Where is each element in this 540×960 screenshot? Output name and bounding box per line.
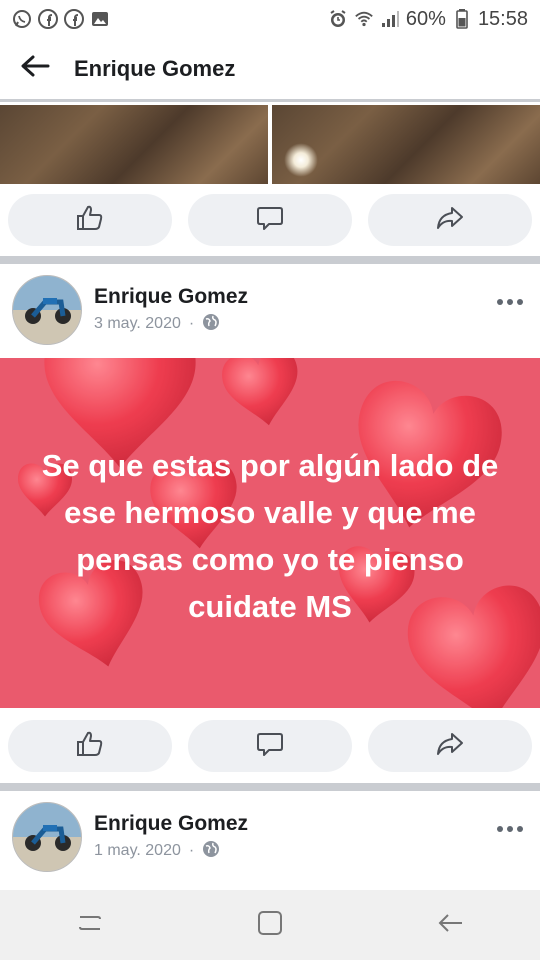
avatar[interactable] (12, 275, 82, 345)
facebook-icon (38, 9, 58, 29)
share-button[interactable] (368, 720, 532, 772)
like-button[interactable] (8, 194, 172, 246)
post-author[interactable]: Enrique Gomez (94, 812, 248, 836)
comment-icon (256, 730, 284, 763)
more-options-button[interactable] (494, 819, 526, 839)
facebook-icon (64, 9, 84, 29)
home-square-icon (257, 910, 283, 941)
share-icon (435, 204, 465, 237)
battery-percent: 60% (405, 7, 446, 30)
comment-button[interactable] (188, 720, 352, 772)
status-notification-icons (12, 9, 110, 29)
post-photo[interactable] (0, 105, 268, 184)
back-arrow-icon (436, 911, 464, 940)
share-button[interactable] (368, 194, 532, 246)
recent-apps-icon (76, 911, 104, 940)
motorcycle-image (25, 298, 71, 324)
post-author[interactable]: Enrique Gomez (94, 285, 248, 309)
more-dots-icon (496, 820, 524, 838)
feed-divider (0, 783, 540, 791)
share-icon (435, 730, 465, 763)
status-bar: 60% 15:58 (0, 0, 540, 38)
post-subtitle: 3 may. 2020 · (94, 313, 248, 336)
clock: 15:58 (477, 7, 528, 30)
status-system-icons: 60% 15:58 (328, 8, 528, 31)
more-dots-icon (496, 293, 524, 311)
back-nav-button[interactable] (420, 895, 480, 955)
feed-divider (0, 256, 540, 264)
post-text: Se que estas por algún lado de ese hermo… (41, 448, 499, 624)
arrow-left-icon (20, 54, 50, 83)
light-glare (284, 143, 318, 177)
more-options-button[interactable] (494, 292, 526, 312)
whatsapp-icon (12, 9, 32, 29)
app-header: Enrique Gomez (0, 38, 540, 102)
post-meta: Enrique Gomez 1 may. 2020 · (94, 812, 248, 863)
motorcycle-image (25, 825, 71, 851)
thumbs-up-icon (75, 730, 105, 763)
thumbs-up-icon (75, 204, 105, 237)
post-date[interactable]: 3 may. 2020 (94, 315, 181, 333)
post-photo[interactable] (272, 105, 540, 184)
home-button[interactable] (240, 895, 300, 955)
post-text-banner[interactable]: Se que estas por algún lado de ese hermo… (0, 358, 540, 708)
page-title: Enrique Gomez (74, 55, 236, 81)
globe-icon (202, 313, 220, 336)
post-actions (0, 184, 540, 256)
previous-post-photos (0, 105, 540, 184)
wifi-icon (354, 9, 374, 29)
post-actions (0, 710, 540, 782)
recent-apps-button[interactable] (60, 895, 120, 955)
avatar[interactable] (12, 802, 82, 872)
post-header: Enrique Gomez 1 may. 2020 · (0, 791, 540, 883)
separator-dot: · (188, 842, 195, 859)
like-button[interactable] (8, 720, 172, 772)
back-button[interactable] (0, 37, 70, 101)
system-nav-bar (0, 890, 540, 960)
battery-icon (452, 9, 472, 29)
post-header: Enrique Gomez 3 may. 2020 · (0, 264, 540, 356)
separator-dot: · (188, 315, 195, 332)
globe-icon (202, 840, 220, 863)
gallery-icon (90, 9, 110, 29)
signal-icon (380, 9, 400, 29)
alarm-icon (328, 9, 348, 29)
post-meta: Enrique Gomez 3 may. 2020 · (94, 285, 248, 336)
comment-button[interactable] (188, 194, 352, 246)
post-subtitle: 1 may. 2020 · (94, 840, 248, 863)
comment-icon (256, 204, 284, 237)
post-date[interactable]: 1 may. 2020 (94, 842, 181, 860)
